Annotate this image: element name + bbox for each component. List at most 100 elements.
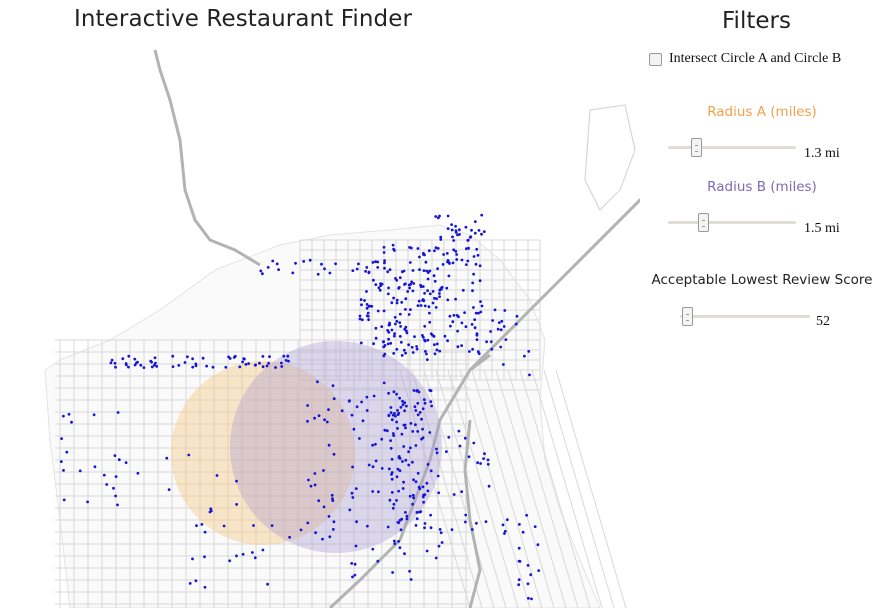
restaurant-marker <box>395 392 398 396</box>
restaurant-marker <box>386 525 390 529</box>
restaurant-marker <box>386 270 390 274</box>
restaurant-marker <box>323 418 326 422</box>
restaurant-marker <box>416 304 420 307</box>
restaurant-marker <box>241 552 245 556</box>
restaurant-marker <box>340 409 344 413</box>
restaurant-marker <box>431 333 434 337</box>
restaurant-marker <box>533 525 537 528</box>
restaurant-marker <box>450 528 454 531</box>
restaurant-marker <box>383 428 387 432</box>
radius-a-handle[interactable] <box>691 138 703 157</box>
restaurant-marker <box>376 309 380 313</box>
restaurant-marker <box>530 597 533 601</box>
restaurant-marker <box>472 272 475 276</box>
restaurant-marker <box>391 432 395 435</box>
restaurant-marker <box>425 352 428 356</box>
restaurant-marker <box>404 426 407 430</box>
radius-b-slider[interactable] <box>668 221 796 224</box>
restaurant-marker <box>258 361 261 365</box>
restaurant-marker <box>474 262 478 266</box>
restaurant-marker <box>411 269 415 272</box>
restaurant-marker <box>486 462 490 466</box>
intersect-label: Intersect Circle A and Circle B <box>669 51 842 66</box>
restaurant-marker <box>423 493 427 496</box>
restaurant-marker <box>247 362 251 365</box>
review-score-slider[interactable] <box>680 315 810 318</box>
restaurant-marker <box>354 544 358 548</box>
restaurant-marker <box>383 259 386 262</box>
restaurant-marker <box>422 269 426 272</box>
restaurant-marker <box>374 326 378 330</box>
restaurant-marker <box>401 403 405 407</box>
restaurant-marker <box>470 228 473 232</box>
restaurant-marker <box>385 429 389 433</box>
restaurant-marker <box>395 278 399 282</box>
restaurant-marker <box>482 457 485 460</box>
restaurant-marker <box>424 350 427 353</box>
restaurant-marker <box>370 304 374 308</box>
city-map[interactable] <box>0 40 640 608</box>
restaurant-marker <box>395 319 399 323</box>
review-score-handle[interactable] <box>681 307 693 326</box>
restaurant-marker <box>288 535 291 539</box>
restaurant-marker <box>449 324 452 328</box>
restaurant-marker <box>395 298 399 302</box>
restaurant-marker <box>408 494 412 498</box>
radius-a-slider[interactable] <box>668 146 796 149</box>
restaurant-marker <box>471 289 474 293</box>
restaurant-marker <box>365 395 369 399</box>
restaurant-marker <box>460 344 463 347</box>
restaurant-marker <box>503 309 507 312</box>
restaurant-marker <box>464 513 468 517</box>
restaurant-marker <box>463 311 466 314</box>
restaurant-marker <box>364 270 367 273</box>
restaurant-marker <box>222 524 226 528</box>
filters-panel: Filters Intersect Circle A and Circle B … <box>640 0 884 608</box>
restaurant-marker <box>244 363 248 366</box>
map[interactable] <box>0 40 640 608</box>
restaurant-marker <box>456 329 459 333</box>
restaurant-marker <box>286 354 290 358</box>
restaurant-marker <box>379 282 382 286</box>
restaurant-marker <box>211 365 215 369</box>
restaurant-marker <box>422 253 425 256</box>
restaurant-marker <box>392 539 396 543</box>
restaurant-marker <box>334 262 337 266</box>
restaurant-marker <box>228 357 232 360</box>
restaurant-marker <box>203 555 206 559</box>
intersect-checkbox[interactable] <box>649 52 662 66</box>
restaurant-marker <box>445 252 449 255</box>
radius-b-handle[interactable] <box>697 213 709 232</box>
intersect-option[interactable]: Intersect Circle A and Circle B <box>649 51 841 67</box>
restaurant-marker <box>403 552 406 556</box>
restaurant-marker <box>464 520 467 524</box>
restaurant-marker <box>371 547 375 551</box>
restaurant-marker <box>455 258 459 261</box>
restaurant-marker <box>393 315 397 319</box>
restaurant-marker <box>410 280 414 284</box>
restaurant-marker <box>266 582 269 586</box>
restaurant-marker <box>235 554 238 558</box>
restaurant-marker <box>405 404 408 408</box>
restaurant-marker <box>523 354 526 358</box>
restaurant-marker <box>390 418 394 422</box>
restaurant-marker <box>435 348 439 352</box>
restaurant-marker <box>195 524 198 527</box>
restaurant-marker <box>380 437 384 441</box>
restaurant-marker <box>502 325 506 328</box>
restaurant-marker <box>423 338 426 342</box>
restaurant-marker <box>409 446 412 450</box>
restaurant-marker <box>395 347 399 351</box>
restaurant-marker <box>477 311 480 315</box>
restaurant-marker <box>451 261 455 265</box>
restaurant-marker <box>350 562 354 565</box>
restaurant-marker <box>351 575 354 579</box>
restaurant-marker <box>372 394 376 398</box>
restaurant-marker <box>400 301 404 304</box>
restaurant-marker <box>404 282 407 286</box>
restaurant-marker <box>425 481 429 485</box>
restaurant-marker <box>332 397 336 401</box>
restaurant-marker <box>371 465 375 469</box>
restaurant-marker <box>374 260 377 264</box>
restaurant-marker <box>404 325 408 329</box>
